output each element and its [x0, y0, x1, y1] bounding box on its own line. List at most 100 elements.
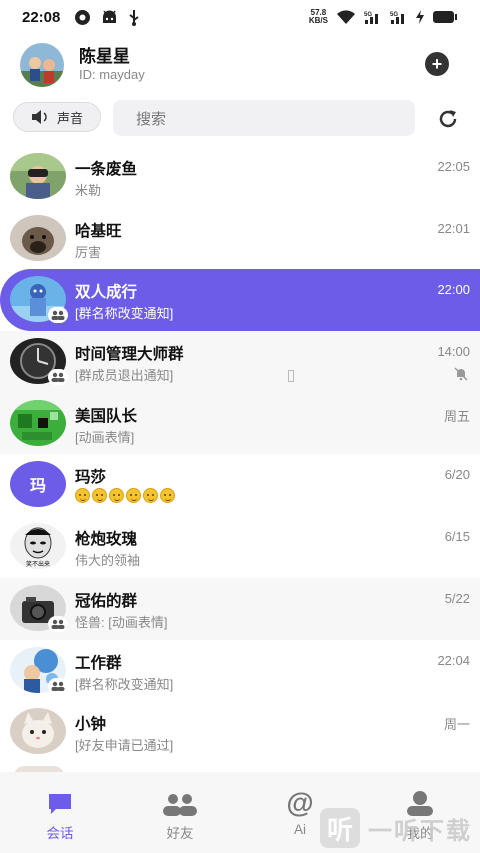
svg-text:5G: 5G — [390, 12, 398, 18]
sound-label: 声音 — [56, 110, 83, 126]
group-icon — [51, 619, 65, 629]
android-icon — [103, 10, 117, 23]
chat-row[interactable]: 工作群 [群名称改变通知] 22:04 — [0, 640, 480, 702]
toolbar: 声音 搜索 — [0, 98, 480, 138]
svg-text:5G: 5G — [364, 12, 372, 18]
profile-header: 陈星星 ID: mayday + — [0, 34, 480, 94]
emoji-icon — [143, 488, 158, 504]
group-badge — [48, 677, 68, 694]
status-time: 22:08 — [22, 8, 61, 26]
chat-time: 22:01 — [437, 220, 470, 236]
chat-name: 哈基旺 — [75, 222, 122, 240]
emoji-icon — [160, 488, 175, 504]
chat-name: 一条废鱼 — [75, 161, 138, 178]
emoji-icon — [126, 488, 141, 504]
chat-row[interactable]: 一条废鱼 米勒 22:05 — [0, 146, 480, 208]
refresh-button[interactable] — [436, 107, 460, 131]
chat-name: 冠佑的群 — [75, 592, 138, 610]
chat-time: 14:00 — [437, 344, 470, 360]
chat-time: 6/15 — [444, 529, 470, 545]
status-bar: 22:08 57.8 KB/S 5G 5G — [0, 0, 480, 34]
chat-name: 玛莎 — [75, 469, 107, 487]
chat-name: 工作群 — [75, 654, 122, 672]
chat-time: 周五 — [443, 408, 470, 424]
chat-name: 美国队长 — [75, 407, 138, 425]
chat-preview: 厉害 — [75, 244, 102, 260]
chat-time: 5/22 — [444, 590, 470, 606]
chat-name: 时间管理大师群 — [75, 346, 184, 364]
chat-row[interactable]: 美国队长 [动画表情] 周五 — [0, 392, 480, 455]
nav-chats[interactable]: 会话 — [0, 772, 120, 853]
my-name: 陈星星 — [79, 47, 130, 66]
group-icon — [51, 681, 65, 691]
nav-friends[interactable]: 好友 — [120, 772, 240, 853]
chat-row-selected[interactable]: 双人成行 [群名称改变通知] 22:00 — [0, 269, 480, 332]
emoji-preview — [75, 488, 175, 504]
chat-bubble-icon — [49, 794, 71, 814]
chat-name: 小钟 — [75, 716, 107, 734]
chat-preview: [群名称改变通知] — [75, 306, 174, 322]
signal-icon: 5G — [364, 12, 378, 24]
chat-list: 一条废鱼 米勒 22:05 哈基旺 厉害 22:01 双人成行 [群名称改变通知… — [0, 146, 480, 772]
group-badge — [48, 369, 68, 386]
nav-ai-label: Ai — [293, 822, 306, 837]
group-badge — [48, 615, 68, 632]
group-badge — [48, 307, 68, 324]
chat-preview: [群名称改变通知] — [75, 676, 174, 692]
signal-icon-2: 5G — [390, 12, 404, 24]
chat-row[interactable]: 笑不出来 枪炮玫瑰 伟大的领袖 6/15 — [0, 516, 480, 578]
emoji-icon — [109, 488, 124, 504]
at-sign-icon: @ — [286, 787, 314, 818]
chat-avatar: 玛 — [10, 461, 66, 508]
watermark-text: 一听下载 — [368, 817, 472, 845]
search-input[interactable]: 搜索 — [113, 100, 415, 136]
chat-preview: [动画表情] — [75, 429, 135, 445]
chat-row[interactable]: 哈基旺 厉害 22:01 — [0, 208, 480, 270]
text-cursor-marker — [288, 370, 294, 382]
chat-time: 22:04 — [437, 652, 470, 668]
add-button[interactable]: + — [425, 52, 449, 76]
chat-time: 6/20 — [444, 467, 470, 483]
group-icon — [51, 311, 65, 321]
chat-preview: [好友申请已通过] — [75, 738, 174, 754]
chat-avatar — [10, 708, 66, 755]
chat-preview: 伟大的领袖 — [75, 553, 141, 569]
svg-text:笑不出来: 笑不出来 — [26, 560, 50, 568]
chat-avatar — [10, 399, 66, 446]
chat-preview: 怪兽: [动画表情] — [75, 614, 168, 630]
watermark: 听 一听下载 — [320, 808, 472, 848]
mute-bell-icon — [454, 367, 468, 381]
battery-icon — [433, 11, 457, 23]
search-placeholder: 搜索 — [136, 110, 167, 128]
nav-chats-label: 会话 — [46, 826, 74, 841]
chat-name: 枪炮玫瑰 — [75, 531, 138, 549]
chat-preview: 米勒 — [75, 183, 102, 198]
my-id: ID: mayday — [79, 67, 145, 82]
refresh-icon — [439, 110, 457, 128]
chat-row[interactable]: 小钟 [好友申请已通过] 周一 — [0, 701, 480, 763]
speaker-icon — [31, 110, 47, 124]
app-notification-icon — [75, 9, 91, 25]
chat-avatar: 笑不出来 — [10, 523, 66, 570]
chat-time: 22:00 — [437, 282, 470, 298]
chat-row[interactable]: 时间管理大师群 [群成员退出通知] 14:00 — [0, 331, 480, 393]
wifi-icon — [337, 9, 355, 24]
chat-avatar — [10, 153, 66, 199]
watermark-logo: 听 — [320, 808, 360, 848]
group-icon — [51, 372, 65, 383]
sound-button[interactable]: 声音 — [13, 102, 101, 132]
chat-row[interactable]: 玛 玛莎 6/20 — [0, 454, 480, 516]
charging-icon — [416, 10, 424, 24]
chat-avatar — [10, 214, 66, 261]
chat-row[interactable]: 冠佑的群 怪兽: [动画表情] 5/22 — [0, 577, 480, 640]
chat-time: 周一 — [443, 717, 470, 733]
chat-time: 22:05 — [437, 159, 470, 174]
usb-icon — [129, 9, 139, 26]
emoji-icon — [92, 488, 107, 504]
avatar-initial: 玛 — [29, 478, 46, 496]
emoji-icon — [75, 488, 90, 504]
chat-name: 双人成行 — [75, 284, 138, 302]
plus-icon: + — [431, 54, 443, 74]
friends-icon — [163, 794, 197, 816]
my-avatar[interactable] — [20, 43, 64, 87]
